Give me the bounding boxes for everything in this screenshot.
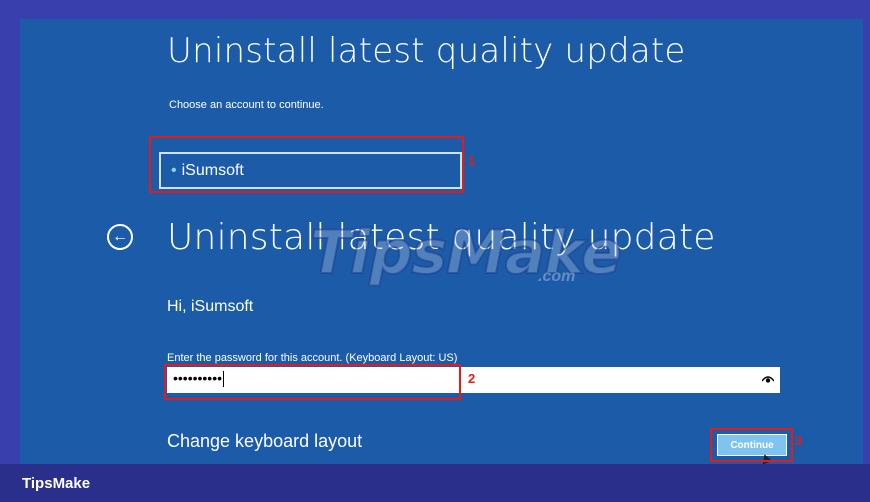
footer-bar: TipsMake xyxy=(0,464,870,502)
recovery-screen: Uninstall latest quality update Choose a… xyxy=(20,19,863,464)
annotation-box-3 xyxy=(710,428,793,462)
reveal-password-eye-icon[interactable] xyxy=(761,372,775,386)
annotation-number-2: 2 xyxy=(468,371,476,386)
choose-account-text: Choose an account to continue. xyxy=(169,99,324,111)
page-title-top: Uninstall latest quality update xyxy=(167,31,686,71)
back-arrow-icon[interactable]: ← xyxy=(107,224,133,250)
change-keyboard-layout-link[interactable]: Change keyboard layout xyxy=(167,431,362,452)
greeting-text: Hi, iSumsoft xyxy=(167,298,254,315)
footer-brand: TipsMake xyxy=(22,475,91,492)
password-label: Enter the password for this account. (Ke… xyxy=(167,352,458,364)
outer-frame: Uninstall latest quality update Choose a… xyxy=(0,0,870,464)
annotation-number-1: 1 xyxy=(468,153,476,168)
annotation-box-1 xyxy=(149,136,464,193)
annotation-number-3: 3 xyxy=(795,433,803,448)
annotation-box-2 xyxy=(164,364,461,400)
watermark-suffix: .com xyxy=(538,268,576,285)
